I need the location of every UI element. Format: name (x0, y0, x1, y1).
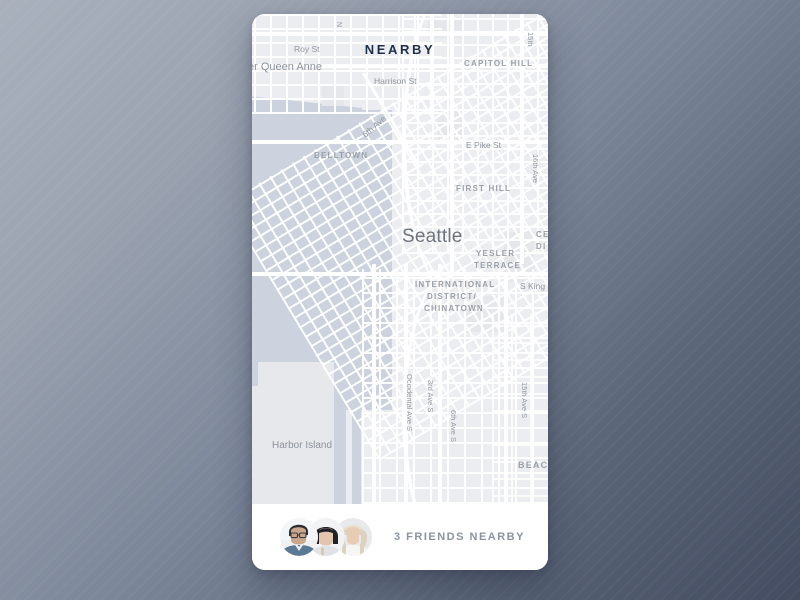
friend-avatar-group[interactable] (280, 518, 372, 556)
map-label-beacon-hill: BEACO (518, 460, 548, 470)
road-alaskan-way-s (372, 264, 376, 504)
app-logo: NEARBY (364, 42, 436, 57)
road-15th-ave-s (504, 274, 508, 504)
land-patch-queen-anne (322, 84, 344, 106)
phone-card: Roy St er Queen Anne Harrison St N CAPIT… (252, 14, 548, 570)
road-harrison-st (252, 64, 548, 68)
friend-avatar-1[interactable] (280, 518, 318, 556)
map-label-central-district-2: DI (536, 242, 547, 251)
map-label-16th-ave: 16th Ave (531, 154, 540, 184)
water-bay-upper (252, 92, 362, 158)
water-west-waterway (352, 366, 361, 504)
map-label-first-hill: FIRST HILL (456, 184, 512, 193)
friends-nearby-label: 3 FRIENDS NEARBY (394, 531, 525, 543)
map-label-s-king: S King (520, 281, 546, 291)
road-roy-st (252, 32, 548, 36)
map-label-harrison-st: Harrison St (374, 76, 417, 86)
street-grid-beacon (492, 314, 548, 504)
road-6th-ave-s (438, 264, 442, 504)
friends-nearby-bar[interactable]: 3 FRIENDS NEARBY (252, 504, 548, 570)
map-label-international-district-1: INTERNATIONAL (415, 280, 496, 289)
road-e-pike-st (252, 140, 548, 144)
map-label-central-district-1: CE (536, 230, 548, 239)
map-view[interactable]: Roy St er Queen Anne Harrison St N CAPIT… (252, 14, 548, 504)
road-3rd-ave-s (404, 264, 408, 504)
land-west-seattle (252, 386, 272, 504)
map-label-15th-ave-s: 15th Ave S (520, 382, 529, 419)
map-label-3rd-ave-s: 3rd Ave S (426, 380, 435, 413)
map-label-queen-anne-ave-n: N (335, 22, 342, 28)
map-label-6th-ave-s: 6th Ave S (449, 410, 458, 442)
land-patch-beacon-park (466, 296, 506, 332)
